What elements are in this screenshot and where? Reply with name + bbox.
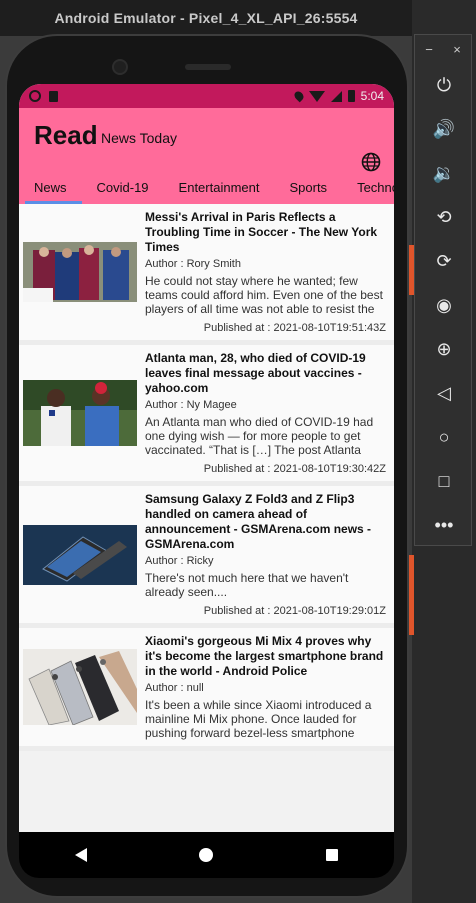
news-list: Messi's Arrival in Paris Reflects a Trou… [19,204,394,751]
article-description: He could not stay where he wanted; few t… [145,274,383,316]
nav-home-icon[interactable] [199,848,214,862]
more-icon[interactable]: ••• [415,503,473,547]
location-icon [292,89,306,103]
wifi-icon [308,90,325,102]
tab-sports[interactable]: Sports [274,170,342,204]
camera-icon[interactable]: ◉ [415,283,473,327]
rotate-right-icon[interactable]: ⟳ [415,239,473,283]
article-author: Author : null [145,682,204,694]
notification-icon [29,90,41,102]
article-author: Author : Ny Magee [145,399,237,411]
emulator-side-panel: − × ⏻ 🔊 🔉 ⟲ ⟳ ◉ ⊕ ◁ ○ □ ••• [414,34,472,546]
tab-entertainment[interactable]: Entertainment [164,170,275,204]
close-icon[interactable]: × [453,42,461,57]
article-published: Published at : 2021-08-10T19:30:42Z [203,463,386,475]
rotate-left-icon[interactable]: ⟲ [415,195,473,239]
article-headline: Samsung Galaxy Z Fold3 and Z Flip3 handl… [145,492,372,551]
overview-icon[interactable]: □ [415,459,473,503]
article-headline: Atlanta man, 28, who died of COVID-19 le… [145,351,366,395]
article-thumbnail [23,634,137,740]
article-description: There's not much here that we haven't al… [145,571,349,599]
tab-covid-19[interactable]: Covid-19 [82,170,164,204]
news-card[interactable]: Samsung Galaxy Z Fold3 and Z Flip3 handl… [19,486,394,628]
sd-card-icon [49,90,58,102]
earpiece [185,64,231,70]
app-bar: Read News Today News Covid-19 Entertainm… [19,108,394,204]
news-card[interactable]: Atlanta man, 28, who died of COVID-19 le… [19,345,394,486]
globe-icon[interactable] [361,152,381,172]
couple-thumbnail-icon [23,380,137,446]
signal-icon [330,90,342,102]
article-thumbnail [23,210,137,334]
tab-news[interactable]: News [19,170,82,204]
article-description: It's been a while since Xiaomi introduce… [145,698,372,740]
phone-screen: 5:04 Read News Today News Covid-19 Enter… [19,84,394,832]
news-card[interactable]: Messi's Arrival in Paris Reflects a Trou… [19,204,394,345]
home-icon[interactable]: ○ [415,415,473,459]
category-tabs: News Covid-19 Entertainment Sports Techn… [19,170,394,204]
article-description: An Atlanta man who died of COVID-19 had … [145,415,374,457]
article-published: Published at : 2021-08-10T19:51:43Z [203,322,386,334]
news-card[interactable]: Xiaomi's gorgeous Mi Mix 4 proves why it… [19,628,394,751]
status-time: 5:04 [360,89,384,103]
article-headline: Xiaomi's gorgeous Mi Mix 4 proves why it… [145,634,384,678]
battery-icon [347,90,355,102]
nav-back-icon[interactable] [75,848,88,862]
nav-recents-icon[interactable] [325,849,338,861]
article-published: Published at : 2021-08-10T19:29:01Z [203,605,386,617]
article-thumbnail [23,492,137,617]
volume-up-icon[interactable]: 🔊 [415,107,473,151]
back-icon[interactable]: ◁ [415,371,473,415]
app-subtitle: News Today [101,130,178,146]
phones-thumbnail-icon [23,649,137,725]
front-camera-icon [112,59,128,75]
emulator-title: Android Emulator - Pixel_4_XL_API_26:555… [0,0,412,36]
volume-down-icon[interactable]: 🔉 [415,151,473,195]
soccer-thumbnail-icon [23,242,137,302]
article-author: Author : Ricky [145,555,214,567]
minimize-icon[interactable]: − [425,42,433,57]
app-title: Read [34,120,98,150]
tab-technology[interactable]: Techno [342,170,394,204]
status-bar: 5:04 [19,84,394,108]
phone-thumbnail-icon [23,524,137,585]
article-author: Author : Rory Smith [145,258,241,270]
article-thumbnail [23,351,137,475]
power-icon[interactable]: ⏻ [415,63,473,107]
article-headline: Messi's Arrival in Paris Reflects a Trou… [145,210,378,254]
zoom-icon[interactable]: ⊕ [415,327,473,371]
android-navigation-bar [19,832,394,878]
